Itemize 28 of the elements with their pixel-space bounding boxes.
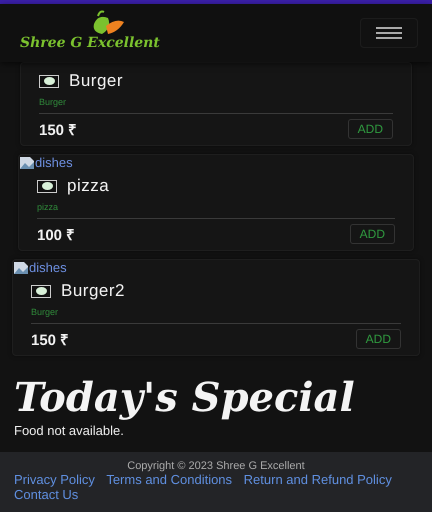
copyright-text: Copyright © 2023 Shree G Excellent (126, 460, 306, 472)
menu-button[interactable] (360, 18, 418, 48)
broken-image: dishes (13, 260, 401, 275)
veg-icon (37, 180, 57, 192)
add-button[interactable]: ADD (348, 119, 393, 139)
footer-link[interactable]: Terms and Conditions (106, 472, 232, 487)
veg-icon (31, 284, 51, 298)
section-title: Today's Special (14, 378, 356, 418)
dish-name: Burger2 (61, 281, 125, 301)
dish-category: Burger (31, 307, 401, 324)
veg-icon (39, 74, 59, 88)
dish-category: Burger (39, 97, 393, 114)
dish-price: 150 ₹ (39, 121, 78, 139)
add-button[interactable]: ADD (356, 329, 401, 349)
logo-icon (92, 10, 124, 34)
dish-category: pizza (37, 202, 395, 219)
brand-name: Shree G Excellent (20, 34, 160, 50)
dish-price: 100 ₹ (37, 226, 76, 244)
dish-name: Burger (69, 71, 124, 91)
menu-icon (376, 27, 402, 39)
footer-link[interactable]: Privacy Policy (14, 472, 95, 487)
broken-image: dishes (19, 155, 395, 170)
empty-message: Food not available. (14, 423, 125, 438)
footer-link[interactable]: Return and Refund Policy (244, 472, 392, 487)
add-button[interactable]: ADD (350, 224, 395, 244)
dish-name: pizza (67, 176, 110, 196)
footer-link[interactable]: Contact Us (14, 487, 78, 502)
dish-price: 150 ₹ (31, 331, 70, 349)
